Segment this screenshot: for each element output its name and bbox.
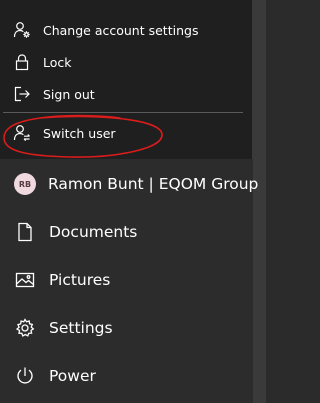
power-item[interactable]: Power [0,352,266,400]
document-icon [15,222,35,242]
account-flyout: Change account settings Lock Sign out Sw… [0,0,253,159]
sign-out-icon [13,85,31,103]
lock-icon [13,53,31,71]
sign-out-label: Sign out [43,86,95,102]
user-account-item[interactable]: RB Ramon Bunt | EQOM Group [0,160,266,208]
menu-divider [3,112,243,113]
avatar: RB [14,173,36,195]
switch-user-item[interactable]: Switch user [0,118,253,148]
start-menu: Change account settings Lock Sign out Sw… [0,0,266,403]
pictures-label: Pictures [49,271,111,289]
sign-out-item[interactable]: Sign out [0,79,253,109]
documents-item[interactable]: Documents [0,208,266,256]
change-account-settings-label: Change account settings [43,22,199,38]
switch-user-icon [13,124,31,142]
pictures-icon [15,270,35,290]
account-settings-icon [13,21,31,39]
power-icon [15,366,35,386]
lock-item[interactable]: Lock [0,47,253,77]
power-label: Power [49,367,96,385]
user-name-label: Ramon Bunt | EQOM Group [48,175,259,193]
settings-label: Settings [49,319,113,337]
gear-icon [15,318,35,338]
switch-user-label: Switch user [43,125,116,141]
change-account-settings-item[interactable]: Change account settings [0,15,253,45]
pictures-item[interactable]: Pictures [0,256,266,304]
settings-item[interactable]: Settings [0,304,266,352]
documents-label: Documents [49,223,138,241]
lock-label: Lock [43,54,72,70]
